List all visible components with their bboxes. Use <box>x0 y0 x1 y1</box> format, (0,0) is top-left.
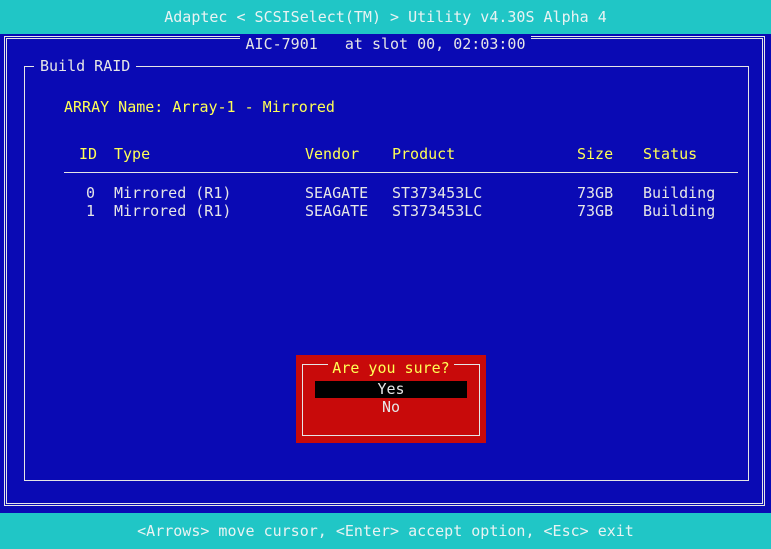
dialog-title: Are you sure? <box>328 359 454 377</box>
row-product: ST373453LC <box>392 184 483 202</box>
confirm-dialog: Are you sure? Yes No <box>296 355 486 443</box>
row-vendor: SEAGATE <box>305 184 369 202</box>
row-status: Building <box>643 184 716 202</box>
title-bar: Adaptec < SCSISelect(TM) > Utility v4.30… <box>0 0 771 34</box>
column-header-status: Status <box>643 145 698 163</box>
option-yes[interactable]: Yes <box>315 381 467 398</box>
header-divider <box>64 172 738 173</box>
column-header-product: Product <box>392 145 456 163</box>
row-type: Mirrored (R1) <box>114 184 232 202</box>
row-id: 1 <box>86 202 96 220</box>
column-header-type: Type <box>114 145 151 163</box>
adapter-info: AIC-7901 at slot 00, 02:03:00 <box>239 35 532 53</box>
row-vendor: SEAGATE <box>305 202 369 220</box>
array-name-label: ARRAY Name: Array-1 - Mirrored <box>64 98 335 116</box>
panel-title: Build RAID <box>34 58 137 75</box>
row-type: Mirrored (R1) <box>114 202 232 220</box>
row-product: ST373453LC <box>392 202 483 220</box>
row-size: 73GB <box>577 202 614 220</box>
status-bar: <Arrows> move cursor, <Enter> accept opt… <box>0 513 771 549</box>
row-id: 0 <box>86 184 96 202</box>
window-title: Adaptec < SCSISelect(TM) > Utility v4.30… <box>164 8 607 26</box>
key-hint: <Arrows> move cursor, <Enter> accept opt… <box>137 522 634 540</box>
column-header-id: ID <box>79 145 98 163</box>
option-no[interactable]: No <box>315 399 467 416</box>
row-size: 73GB <box>577 184 614 202</box>
row-status: Building <box>643 202 716 220</box>
column-header-vendor: Vendor <box>305 145 360 163</box>
column-header-size: Size <box>577 145 614 163</box>
adapter-label-row: AIC-7901 at slot 00, 02:03:00 <box>0 34 771 53</box>
dialog-title-row: Are you sure? <box>296 358 486 377</box>
